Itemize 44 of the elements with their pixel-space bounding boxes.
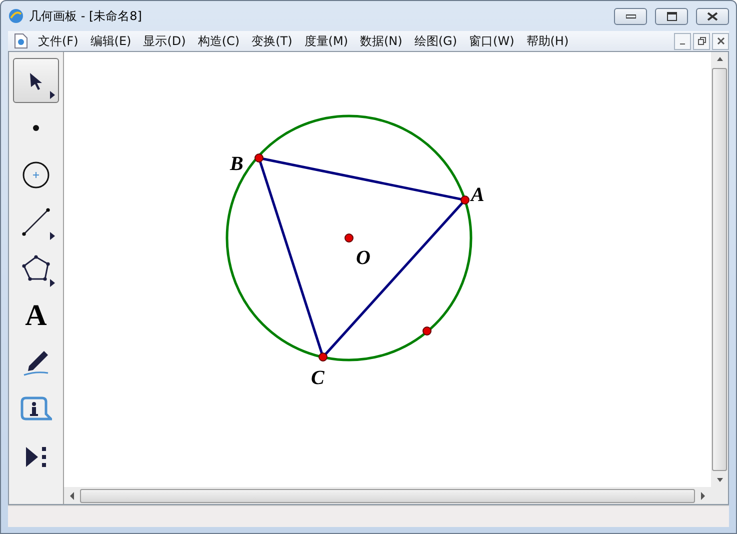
maximize-button[interactable] xyxy=(655,8,688,24)
custom-tool-icon xyxy=(24,444,48,468)
menu-item[interactable]: 帮助(H) xyxy=(520,32,575,50)
point-label: O xyxy=(356,247,370,269)
point xyxy=(460,196,470,204)
vertical-scrollbar[interactable] xyxy=(711,52,728,487)
point-label: B xyxy=(230,153,244,175)
menu-item[interactable]: 度量(M) xyxy=(298,32,354,50)
text-tool-label: A xyxy=(25,298,47,332)
circle-icon xyxy=(22,160,50,188)
app-logo-icon xyxy=(8,8,24,24)
pentagon-icon xyxy=(22,254,50,282)
point xyxy=(344,234,354,242)
menu-item[interactable]: 显示(D) xyxy=(137,32,192,50)
restore-button[interactable] xyxy=(693,32,710,50)
point xyxy=(254,154,264,162)
horizontal-scrollbar[interactable] xyxy=(64,487,728,504)
minimize-icon xyxy=(626,13,636,19)
point xyxy=(318,352,328,362)
menu-item[interactable]: 构造(C) xyxy=(192,32,246,50)
menu-item[interactable]: 编辑(E) xyxy=(84,32,138,50)
menu-item[interactable]: 文件(F) xyxy=(32,32,84,50)
document-icon xyxy=(14,33,28,49)
menu-item[interactable]: 数据(N) xyxy=(354,32,408,50)
segment-icon xyxy=(22,208,50,236)
menu-item[interactable]: 窗口(W) xyxy=(463,32,520,50)
restore-icon xyxy=(698,37,706,45)
maximize-icon xyxy=(666,12,676,20)
close-button[interactable] xyxy=(712,32,729,50)
menu-item[interactable]: 变换(T) xyxy=(246,32,298,50)
marker-pen-icon xyxy=(22,348,50,376)
point-label: A xyxy=(471,184,484,206)
arrow-pointer-icon xyxy=(29,72,43,90)
point-icon xyxy=(33,124,39,130)
menu-item[interactable]: 绘图(G) xyxy=(408,32,464,50)
close-icon xyxy=(707,12,718,20)
close-icon xyxy=(716,37,724,45)
point-label: C xyxy=(311,367,324,389)
close-button[interactable] xyxy=(696,8,729,24)
tool-button[interactable]: A xyxy=(13,293,59,338)
info-icon xyxy=(20,396,52,424)
tool-button[interactable] xyxy=(13,58,59,103)
window-title: 几何画板 - [未命名8] xyxy=(29,8,143,24)
minimize-button[interactable] xyxy=(614,8,647,24)
